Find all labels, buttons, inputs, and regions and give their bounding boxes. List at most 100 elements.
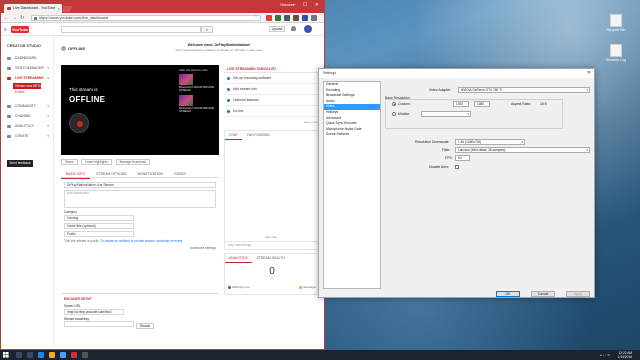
- sidebar-item-analytics[interactable]: ANALYTICS ▾: [1, 121, 53, 131]
- learn-more-link[interactable]: Learn more: [224, 117, 320, 127]
- description-field[interactable]: Add description: [64, 190, 216, 208]
- disable-aero-checkbox[interactable]: [455, 165, 459, 169]
- sidebar-item-live-streaming[interactable]: LIVE STREAMING ▴: [1, 73, 53, 83]
- sidebar-title: CREATOR STUDIO: [7, 44, 41, 48]
- desktop-icon-file[interactable]: Desktop Log: [603, 44, 629, 62]
- tab-stream-health[interactable]: STREAM HEALTH: [253, 254, 289, 262]
- menu-icon[interactable]: [311, 15, 317, 21]
- upload-button[interactable]: Upload: [269, 26, 285, 32]
- hamburger-icon[interactable]: ≡: [4, 27, 7, 33]
- width-input[interactable]: 1920: [453, 101, 469, 107]
- cancel-button[interactable]: Cancel: [531, 291, 555, 297]
- windows-start-icon[interactable]: [3, 352, 9, 358]
- create-icon: [7, 135, 11, 138]
- checklist-title: LIVE STREAMING CHECKLIST: [224, 65, 320, 73]
- downscale-select[interactable]: 1.50 (1280x720) ▾: [455, 139, 525, 145]
- browser-tab[interactable]: Live Dashboard - YouTube ×: [4, 4, 62, 13]
- edge-icon[interactable]: [38, 352, 44, 358]
- bookmark-star-icon[interactable]: ☆: [254, 15, 258, 20]
- search-icon[interactable]: [16, 352, 22, 358]
- suggested-video-card[interactable]: Minecraft 2 HOUR PRIVATE STREAM: [179, 95, 217, 114]
- tab-cards[interactable]: CARDS: [169, 170, 191, 178]
- extension-icon[interactable]: [293, 15, 299, 21]
- checklist-item[interactable]: Optional features: [224, 95, 320, 106]
- stream-key-field[interactable]: [64, 321, 134, 327]
- title-field[interactable]: DrPlayStationNation Live Stream: [64, 182, 216, 188]
- privacy-select[interactable]: Public: [64, 231, 134, 237]
- chat-input[interactable]: Say something...: [225, 241, 319, 249]
- close-icon[interactable]: ✕: [587, 69, 591, 78]
- send-feedback-button[interactable]: Send feedback: [7, 160, 33, 167]
- avatar[interactable]: [304, 25, 312, 33]
- tab-analytics[interactable]: ANALYTICS: [225, 254, 252, 263]
- manage-thumbnail-button[interactable]: Manage thumbnail: [115, 159, 150, 165]
- extension-icon[interactable]: [284, 15, 290, 21]
- youtube-logo[interactable]: YouTube: [11, 26, 29, 33]
- suggested-video-card[interactable]: Minecraft 2 HOUR PRIVATE STREAM: [179, 74, 217, 93]
- schedule-event-link[interactable]: To create an unlisted or private stream,…: [100, 239, 183, 243]
- server-url-field[interactable]: rtmp://a.rtmp.youtube.com/live2: [64, 309, 124, 315]
- fps-spinner[interactable]: 60: [455, 155, 470, 161]
- sidebar-item-dashboard[interactable]: DASHBOARD: [1, 53, 53, 63]
- extension-icon[interactable]: [275, 15, 281, 21]
- video-adapter-select[interactable]: NVIDIA GeForce GTX 780 Ti ▾: [458, 87, 590, 93]
- insert-highlights-button[interactable]: Insert highlights: [81, 159, 112, 165]
- checklist-item[interactable]: Set up encoding software: [224, 73, 320, 84]
- extension-icon[interactable]: [266, 15, 272, 21]
- settings-category-item[interactable]: Scene Switcher: [324, 132, 380, 138]
- tab-close-icon[interactable]: ×: [58, 4, 60, 13]
- file-icon: [610, 44, 622, 57]
- checklist-item[interactable]: Add stream info: [224, 84, 320, 95]
- check-icon: [227, 88, 230, 91]
- reload-icon[interactable]: ↻: [20, 15, 24, 21]
- tab-basic-info[interactable]: BASIC INFO: [61, 170, 91, 179]
- custom-radio[interactable]: [392, 102, 396, 106]
- system-tray[interactable]: ▴ ◐ ♪ ✉: [600, 353, 610, 357]
- filter-select[interactable]: Lanczos (best detail, 36 samples) ▾: [455, 147, 590, 153]
- share-button[interactable]: Share: [61, 159, 78, 165]
- sidebar-item-channel[interactable]: CHANNEL ▾: [1, 111, 53, 121]
- advanced-settings-link[interactable]: Advanced settings: [64, 246, 216, 250]
- task-view-icon[interactable]: [27, 352, 33, 358]
- dashboard-icon: [7, 57, 11, 60]
- forward-icon[interactable]: →: [12, 15, 17, 21]
- sidebar-item-community[interactable]: COMMUNITY ▾: [1, 101, 53, 111]
- category-select[interactable]: Gaming: [64, 215, 134, 221]
- sidebar-item-video-manager[interactable]: VIDEO MANAGER ▾: [1, 63, 53, 73]
- checklist-item[interactable]: Go live: [224, 106, 320, 117]
- new-tab-button[interactable]: [61, 6, 73, 12]
- extension-icon[interactable]: [302, 15, 308, 21]
- file-explorer-icon[interactable]: [49, 352, 55, 358]
- apply-button[interactable]: Apply: [566, 291, 590, 297]
- chevron-down-icon: ▾: [47, 66, 49, 70]
- reveal-button[interactable]: Reveal: [136, 323, 154, 329]
- video-icon: [7, 67, 11, 70]
- search-icon[interactable]: ⌕: [201, 26, 213, 33]
- obs-icon[interactable]: [82, 352, 88, 358]
- ok-button[interactable]: OK: [496, 291, 520, 297]
- hide-chat-button[interactable]: Hide chat: [265, 235, 277, 239]
- monitor-radio[interactable]: [392, 112, 396, 116]
- check-icon: [227, 110, 230, 113]
- tab-monetization[interactable]: MONETIZATION: [132, 170, 167, 178]
- monitor-select[interactable]: ▾: [421, 111, 471, 117]
- back-icon[interactable]: ←: [4, 15, 9, 21]
- window-controls[interactable]: – ☐ ✕: [293, 2, 322, 8]
- chevron-down-icon: ▾: [47, 114, 49, 118]
- notification-bell-icon[interactable]: [291, 26, 296, 31]
- stream-preview-player[interactable]: This stream is OFFLINE After the stream …: [61, 65, 219, 155]
- sidebar-item-create[interactable]: CREATE ▾: [1, 131, 53, 141]
- url-input[interactable]: https://www.youtube.com/live_dashboard ☆: [31, 15, 261, 21]
- game-title-field[interactable]: Game title (optional): [64, 223, 134, 229]
- desktop-icon-recycle-bin[interactable]: Recycle Bin: [603, 14, 629, 32]
- chrome-icon[interactable]: [71, 352, 77, 358]
- search-input[interactable]: [61, 26, 201, 33]
- height-input[interactable]: 1080: [474, 101, 490, 107]
- welcome-subtitle: You'll need streaming software to stream…: [175, 48, 263, 52]
- legend-messages: Messages: [299, 285, 316, 289]
- tab-fan-funding[interactable]: FAN FUNDING: [243, 131, 274, 139]
- tab-chat[interactable]: CHAT: [225, 131, 242, 140]
- tab-stream-options[interactable]: STREAM OPTIONS: [91, 170, 131, 178]
- clock[interactable]: 12:22 AM 1/14/2016: [618, 351, 632, 359]
- store-icon[interactable]: [60, 352, 66, 358]
